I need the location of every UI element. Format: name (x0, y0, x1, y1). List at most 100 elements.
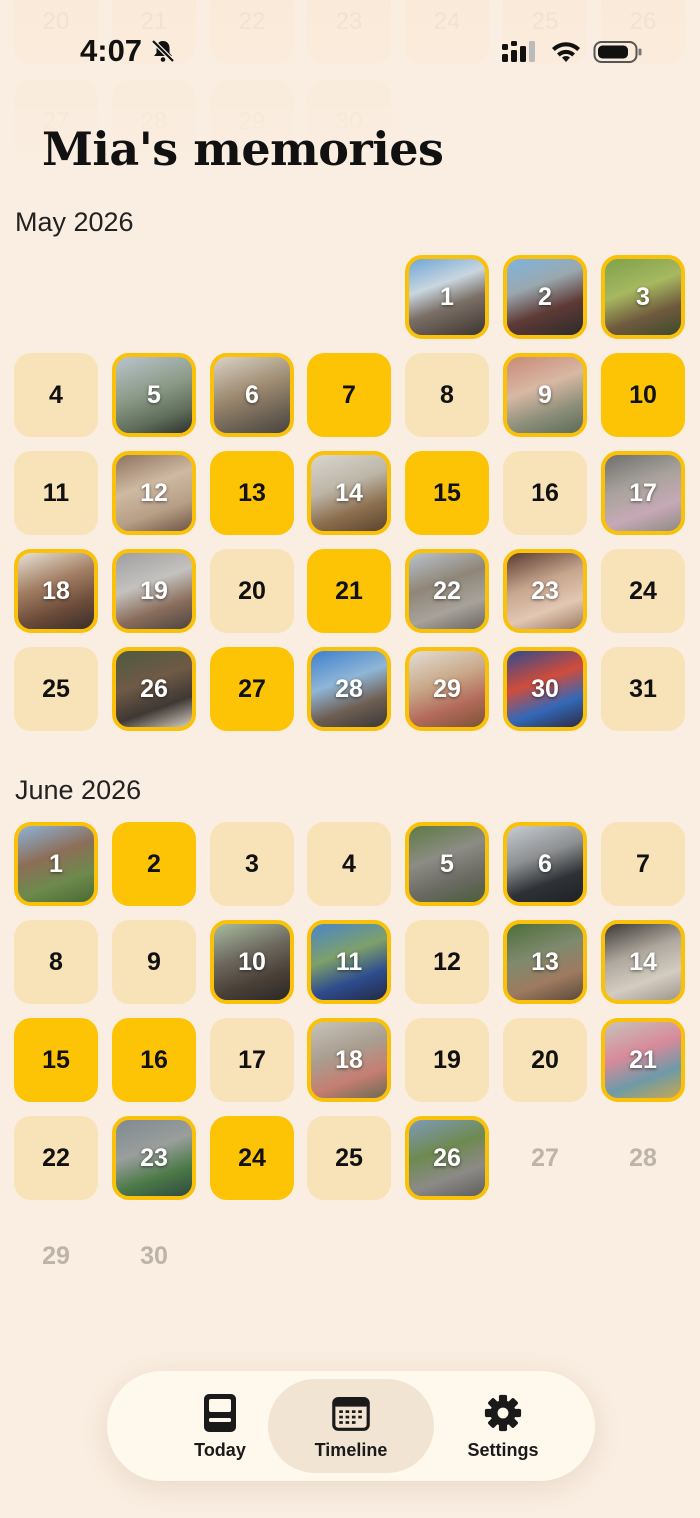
day-cell[interactable]: 15 (405, 451, 489, 535)
day-cell[interactable]: 20 (210, 549, 294, 633)
day-number: 22 (42, 1143, 70, 1172)
day-cell[interactable]: 12 (112, 451, 196, 535)
day-cell[interactable]: 5 (112, 353, 196, 437)
signal-icon (502, 41, 535, 62)
day-cell[interactable]: 15 (14, 1018, 98, 1102)
day-number: 23 (531, 576, 559, 605)
day-cell[interactable]: 8 (405, 353, 489, 437)
day-number: 28 (629, 1143, 657, 1172)
day-cell[interactable]: 10 (601, 353, 685, 437)
day-number: 19 (433, 1045, 461, 1074)
day-number: 18 (335, 1045, 363, 1074)
day-cell[interactable]: 24 (601, 549, 685, 633)
day-cell[interactable]: 12 (405, 920, 489, 1004)
day-number: 13 (238, 478, 266, 507)
tab-settings[interactable]: Settings (420, 1379, 586, 1473)
day-cell[interactable]: 2 (112, 822, 196, 906)
day-cell[interactable]: 22 (14, 1116, 98, 1200)
day-cell[interactable]: 14 (601, 920, 685, 1004)
day-number: 14 (629, 947, 657, 976)
day-cell[interactable]: 28 (307, 647, 391, 731)
day-cell[interactable]: 18 (307, 1018, 391, 1102)
day-cell[interactable]: 19 (112, 549, 196, 633)
day-number: 4 (49, 380, 63, 409)
day-cell[interactable]: 8 (14, 920, 98, 1004)
day-cell[interactable]: 11 (14, 451, 98, 535)
day-cell[interactable]: 10 (210, 920, 294, 1004)
day-cell[interactable]: 16 (112, 1018, 196, 1102)
day-number: 15 (42, 1045, 70, 1074)
day-cell[interactable]: 13 (210, 451, 294, 535)
day-cell[interactable]: 3 (210, 822, 294, 906)
tab-timeline[interactable]: Timeline (268, 1379, 434, 1473)
day-cell[interactable]: 13 (503, 920, 587, 1004)
day-number: 6 (538, 849, 552, 878)
day-number: 23 (140, 1143, 168, 1172)
day-cell[interactable]: 25 (307, 1116, 391, 1200)
day-number: 30 (531, 674, 559, 703)
day-number: 27 (238, 674, 266, 703)
day-number: 16 (140, 1045, 168, 1074)
day-cell[interactable]: 2 (503, 255, 587, 339)
day-number: 19 (140, 576, 168, 605)
day-cell[interactable]: 25 (14, 647, 98, 731)
day-number: 26 (433, 1143, 461, 1172)
day-cell[interactable]: 1 (405, 255, 489, 339)
day-number: 24 (629, 576, 657, 605)
day-number: 6 (245, 380, 259, 409)
day-cell[interactable]: 21 (601, 1018, 685, 1102)
day-cell[interactable]: 9 (503, 353, 587, 437)
day-cell[interactable]: 26 (112, 647, 196, 731)
month-label-may: May 2026 (15, 207, 134, 237)
day-cell[interactable]: 22 (405, 549, 489, 633)
day-cell[interactable]: 20 (503, 1018, 587, 1102)
day-number: 21 (629, 1045, 657, 1074)
day-cell[interactable]: 24 (210, 1116, 294, 1200)
day-number: 21 (335, 576, 363, 605)
day-number: 29 (42, 1241, 70, 1270)
day-cell[interactable]: 9 (112, 920, 196, 1004)
day-cell[interactable]: 14 (307, 451, 391, 535)
day-cell[interactable]: 30 (503, 647, 587, 731)
day-number: 2 (147, 849, 161, 878)
day-cell[interactable]: 29 (405, 647, 489, 731)
day-number: 7 (342, 380, 356, 409)
day-cell[interactable]: 26 (405, 1116, 489, 1200)
status-time: 4:07 (80, 33, 143, 68)
day-cell[interactable]: 17 (601, 451, 685, 535)
day-cell[interactable]: 23 (503, 549, 587, 633)
month-label-june: June 2026 (15, 775, 142, 805)
day-cell[interactable]: 6 (210, 353, 294, 437)
day-number: 1 (49, 849, 63, 878)
day-cell[interactable]: 4 (14, 353, 98, 437)
day-number: 28 (335, 674, 363, 703)
day-number: 22 (433, 576, 461, 605)
wifi-icon (552, 42, 580, 62)
battery-icon (593, 41, 642, 63)
day-cell[interactable]: 31 (601, 647, 685, 731)
day-cell[interactable]: 27 (210, 647, 294, 731)
day-cell[interactable]: 16 (503, 451, 587, 535)
day-cell[interactable]: 7 (307, 353, 391, 437)
day-cell[interactable]: 3 (601, 255, 685, 339)
day-cell[interactable]: 11 (307, 920, 391, 1004)
day-cell[interactable]: 18 (14, 549, 98, 633)
day-cell[interactable]: 4 (307, 822, 391, 906)
tab-bar: Today Timeline Settings (107, 1371, 595, 1481)
day-number: 1 (440, 282, 454, 311)
day-cell[interactable]: 19 (405, 1018, 489, 1102)
day-cell[interactable]: 6 (503, 822, 587, 906)
day-cell[interactable]: 21 (307, 549, 391, 633)
page-title: Mia's memories (42, 122, 444, 176)
day-cell[interactable]: 7 (601, 822, 685, 906)
day-cell[interactable]: 1 (14, 822, 98, 906)
day-cell: 28 (601, 1116, 685, 1200)
day-number: 24 (238, 1143, 266, 1172)
day-number: 5 (440, 849, 454, 878)
day-number: 10 (238, 947, 266, 976)
day-cell[interactable]: 5 (405, 822, 489, 906)
day-cell[interactable]: 23 (112, 1116, 196, 1200)
notebook-icon (204, 1393, 236, 1432)
day-cell[interactable]: 17 (210, 1018, 294, 1102)
day-number: 12 (433, 947, 461, 976)
